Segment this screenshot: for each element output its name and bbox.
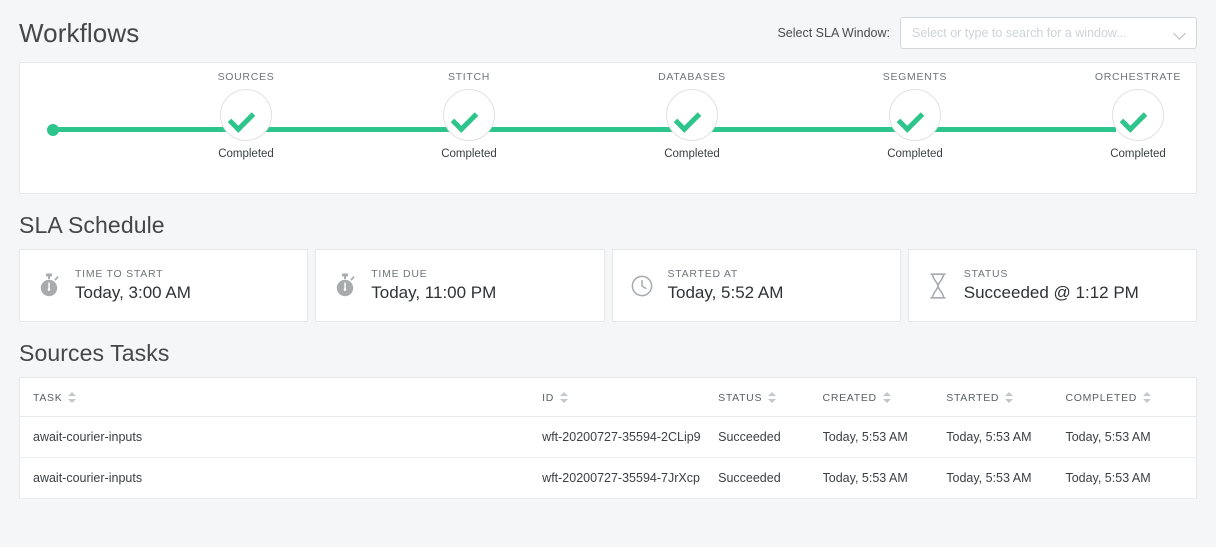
- workflows-page: Workflows Select SLA Window: Select or t…: [0, 0, 1216, 547]
- sla-card-label: TIME TO START: [75, 268, 164, 280]
- cell-task: await-courier-inputs: [20, 457, 543, 499]
- table-body: await-courier-inputs wft-20200727-35594-2…: [20, 416, 1196, 499]
- cell-task: await-courier-inputs: [20, 416, 543, 458]
- sla-card-status: STATUS Succeeded @ 1:12 PM: [907, 249, 1197, 322]
- sla-window-placeholder: Select or type to search for a window...: [912, 26, 1127, 40]
- cell-started: Today, 5:53 AM: [946, 457, 1066, 499]
- column-header-started[interactable]: STARTED: [946, 378, 1066, 417]
- sla-card-label: STARTED AT: [667, 268, 739, 280]
- column-header-label: ID: [542, 391, 555, 404]
- workflow-step-stitch[interactable]: STITCH Completed: [399, 71, 539, 160]
- step-status-label: Completed: [664, 148, 720, 160]
- sort-icon[interactable]: [1143, 391, 1152, 404]
- step-name: STITCH: [447, 71, 491, 83]
- step-status-label: Completed: [218, 148, 274, 160]
- sources-tasks-table: TASK ID STATUS CREATED STARTED COMPLETED awai…: [20, 378, 1196, 499]
- step-name: SOURCES: [217, 71, 275, 83]
- cell-id: wft-20200727-35594-7JrXcp: [542, 457, 719, 499]
- column-header-created[interactable]: CREATED: [822, 378, 947, 417]
- table-row[interactable]: await-courier-inputs wft-20200727-35594-2…: [20, 416, 1196, 458]
- step-name: SEGMENTS: [882, 71, 948, 83]
- column-header-label: STARTED: [946, 391, 1000, 404]
- hourglass-icon: [929, 272, 946, 299]
- sla-card-value: Succeeded @ 1:12 PM: [963, 283, 1139, 302]
- page-header: Workflows Select SLA Window: Select or t…: [0, 0, 1216, 62]
- cell-created: Today, 5:53 AM: [822, 416, 947, 458]
- sla-card-value: Today, 3:00 AM: [75, 283, 191, 302]
- clock-icon: [631, 275, 652, 296]
- stopwatch-icon: [40, 273, 59, 296]
- clock-icon: [627, 274, 657, 298]
- sla-card-time-due: TIME DUE Today, 11:00 PM: [315, 249, 605, 322]
- check-icon: [233, 108, 259, 122]
- cell-completed: Today, 5:53 AM: [1065, 457, 1196, 499]
- page-title: Workflows: [19, 17, 140, 48]
- sort-icon[interactable]: [882, 391, 892, 404]
- check-icon: [902, 108, 928, 122]
- column-header-label: TASK: [33, 391, 63, 404]
- step-name: DATABASES: [658, 71, 726, 83]
- sort-icon[interactable]: [1005, 391, 1014, 404]
- check-icon: [456, 108, 482, 122]
- cell-id: wft-20200727-35594-2CLip9: [542, 416, 719, 458]
- sources-tasks-title: Sources Tasks: [19, 340, 170, 366]
- chevron-down-icon[interactable]: [1174, 27, 1187, 40]
- check-icon: [679, 108, 705, 122]
- cell-created: Today, 5:53 AM: [822, 457, 947, 499]
- cell-completed: Today, 5:53 AM: [1065, 416, 1196, 458]
- stopwatch-icon: [34, 273, 64, 299]
- cell-started: Today, 5:53 AM: [946, 416, 1066, 458]
- column-header-completed[interactable]: COMPLETED: [1065, 378, 1196, 417]
- step-status-circle[interactable]: [666, 89, 718, 141]
- workflow-step-databases[interactable]: DATABASES Completed: [622, 71, 762, 160]
- step-status-circle[interactable]: [889, 89, 941, 141]
- column-header-label: CREATED: [822, 391, 877, 404]
- step-status-circle[interactable]: [220, 89, 272, 141]
- check-icon: [1125, 108, 1151, 122]
- sla-window-selector: Select SLA Window: Select or type to sea…: [777, 17, 1197, 49]
- step-status-circle[interactable]: [1112, 89, 1164, 141]
- step-status-circle[interactable]: [443, 89, 495, 141]
- sla-schedule-cards: TIME TO START Today, 3:00 AM TIME DUE Today…: [19, 249, 1197, 322]
- workflow-step-segments[interactable]: SEGMENTS Completed: [845, 71, 985, 160]
- sla-schedule-title: SLA Schedule: [19, 212, 165, 238]
- column-header-label: COMPLETED: [1065, 391, 1138, 404]
- sources-tasks-table-container: TASK ID STATUS CREATED STARTED COMPLETED awai…: [19, 377, 1197, 499]
- sort-icon[interactable]: [68, 391, 77, 404]
- workflow-stepper-card: SOURCES Completed STITCH Completed DATABASES…: [19, 62, 1197, 194]
- stopwatch-icon: [330, 273, 360, 299]
- cell-status: Succeeded: [718, 416, 823, 458]
- sla-window-input[interactable]: Select or type to search for a window...: [900, 17, 1197, 49]
- column-header-status[interactable]: STATUS: [718, 378, 823, 417]
- sla-card-label: TIME DUE: [371, 268, 428, 280]
- workflow-stepper: SOURCES Completed STITCH Completed DATABASES…: [20, 63, 1196, 193]
- hourglass-icon: [923, 272, 953, 299]
- sla-card-value: Today, 5:52 AM: [667, 283, 784, 302]
- stopwatch-icon: [337, 273, 355, 296]
- sla-card-time-to-start: TIME TO START Today, 3:00 AM: [19, 249, 309, 322]
- table-header-row: TASK ID STATUS CREATED STARTED COMPLETED: [20, 378, 1196, 417]
- sla-card-value: Today, 11:00 PM: [371, 283, 497, 302]
- workflow-step-sources[interactable]: SOURCES Completed: [176, 71, 316, 160]
- step-status-label: Completed: [441, 148, 497, 160]
- table-row[interactable]: await-courier-inputs wft-20200727-35594-7…: [20, 457, 1196, 499]
- column-header-id[interactable]: ID: [542, 378, 719, 417]
- column-header-label: STATUS: [718, 391, 763, 404]
- sort-icon[interactable]: [560, 391, 569, 404]
- column-header-task[interactable]: TASK: [20, 378, 543, 417]
- workflow-step-orchestrate[interactable]: ORCHESTRATE Completed: [1068, 71, 1208, 160]
- sort-icon[interactable]: [768, 391, 777, 404]
- sla-card-label: STATUS: [963, 268, 1009, 280]
- sla-card-started-at: STARTED AT Today, 5:52 AM: [611, 249, 901, 322]
- step-status-label: Completed: [1110, 148, 1166, 160]
- step-name: ORCHESTRATE: [1094, 71, 1182, 83]
- sla-window-label: Select SLA Window:: [777, 26, 890, 40]
- cell-status: Succeeded: [718, 457, 823, 499]
- step-status-label: Completed: [887, 148, 943, 160]
